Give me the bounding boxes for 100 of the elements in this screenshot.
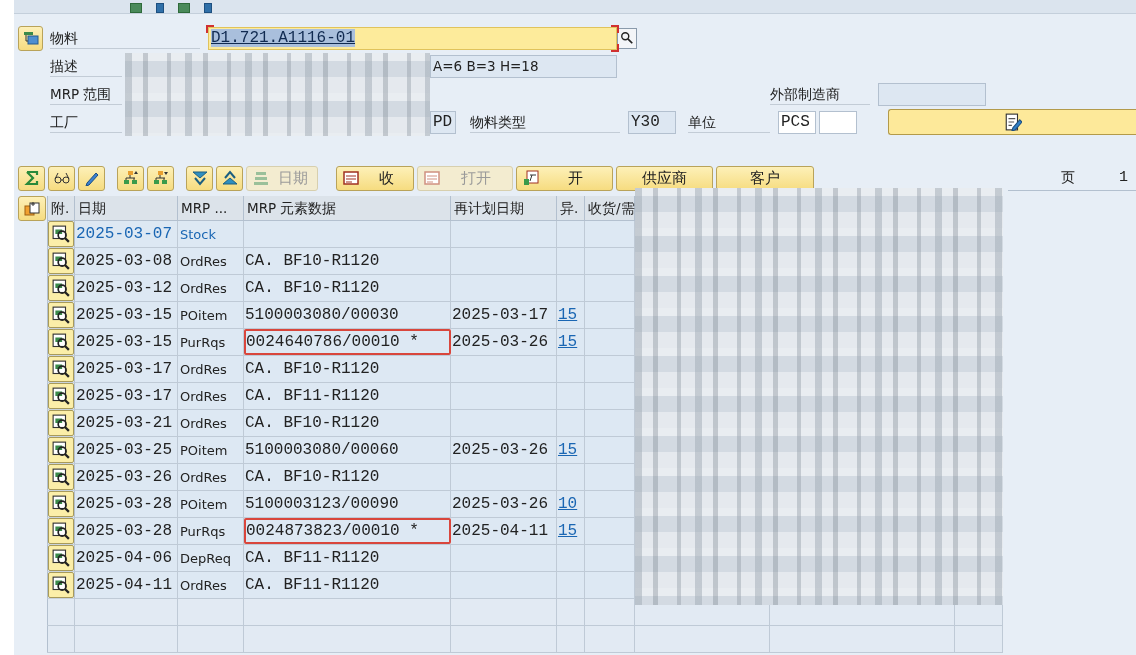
toolbar-button[interactable] [48, 165, 75, 191]
exception-link[interactable]: 15 [558, 522, 578, 540]
table-cell: 2025-03-28 [75, 518, 178, 544]
filter-up-icon [221, 170, 238, 186]
exception-link[interactable]: 10 [558, 495, 578, 513]
table-cell: 2025-03-12 [75, 275, 178, 301]
field-label: 单位 [688, 111, 770, 133]
table-cell: 2025-03-15 [75, 302, 178, 328]
hierarchy-up-icon [122, 170, 139, 186]
table-row[interactable]: 2025-03-28 PurRqs 0024873823/00010 * 2025-04-11 15 [75, 518, 635, 545]
exception-link[interactable]: 15 [558, 306, 578, 324]
table-cell: CA. BF10-R1120 [244, 410, 451, 436]
row-detail-button[interactable] [48, 248, 74, 274]
column-header[interactable]: 收货/需 [585, 196, 635, 221]
table-row[interactable]: 2025-03-15 POitem 5100003080/00030 2025-03-17 15 [75, 302, 635, 329]
magnifier-icon [52, 441, 70, 459]
row-detail-button[interactable] [48, 221, 74, 247]
row-detail-button[interactable] [48, 518, 74, 544]
toolbar-button[interactable]: 供应商 [616, 165, 713, 191]
field-label: 工厂 [50, 111, 122, 133]
magnifier-icon [52, 522, 70, 540]
table-cell: CA. BF10-R1120 [244, 356, 451, 382]
material-input[interactable]: D1.721.A1116-01 [208, 26, 617, 50]
exception-link[interactable]: 15 [558, 333, 578, 351]
table-cell: 2025-03-17 [75, 356, 178, 382]
table-row[interactable]: 2025-03-21 OrdRes CA. BF10-R1120 [75, 410, 635, 437]
row-detail-button[interactable] [48, 356, 74, 382]
table-cell: 2025-03-17 [451, 302, 557, 328]
hierarchy-down-icon [152, 170, 169, 186]
table-row[interactable]: 2025-03-08 OrdRes CA. BF10-R1120 [75, 248, 635, 275]
exception-link[interactable]: 15 [558, 441, 578, 459]
row-detail-button[interactable] [48, 437, 74, 463]
stack-icon [253, 170, 269, 186]
table-cell: CA. BF11-R1120 [244, 572, 451, 598]
table-cell: CA. BF10-R1120 [244, 275, 451, 301]
table-cell: 0024873823/00010 * [244, 518, 451, 544]
table-row[interactable]: 2025-04-06 DepReq CA. BF11-R1120 [75, 545, 635, 572]
table-cell: 2025-03-28 [75, 491, 178, 517]
table-cell: CA. BF11-R1120 [244, 545, 451, 571]
row-detail-button[interactable] [48, 572, 74, 598]
table-row[interactable]: 2025-03-15 PurRqs 0024640786/00010 * 2025-03-26 15 [75, 329, 635, 356]
table-cell: 2025-03-26 [451, 329, 557, 355]
layout-button[interactable] [18, 196, 46, 221]
table-row[interactable]: 2025-04-11 OrdRes CA. BF11-R1120 [75, 572, 635, 599]
table-row[interactable]: 2025-03-07 Stock [75, 221, 635, 248]
table-cell: POitem [178, 491, 244, 517]
table-cell: 2025-04-11 [75, 572, 178, 598]
table-cell: 2025-03-17 [75, 383, 178, 409]
description-field: A=6 B=3 H=18 [430, 54, 617, 78]
toolbar-button[interactable] [78, 165, 105, 191]
page-label: 页 [1061, 168, 1075, 187]
table-row[interactable]: 2025-03-25 POitem 5100003080/00060 2025-03-26 15 [75, 437, 635, 464]
column-header[interactable]: 日期 [75, 196, 178, 221]
table-row[interactable]: 2025-03-28 POitem 5100003123/00090 2025-03-26 10 [75, 491, 635, 518]
column-header[interactable]: 异. [557, 196, 585, 221]
table-cell: 2025-03-25 [75, 437, 178, 463]
toolbar-button[interactable] [216, 165, 243, 191]
toolbar-button[interactable] [186, 165, 213, 191]
hierarchy-button[interactable] [18, 25, 43, 51]
table-cell: OrdRes [178, 248, 244, 274]
row-detail-button[interactable] [48, 383, 74, 409]
row-detail-button[interactable] [48, 491, 74, 517]
row-detail-button[interactable] [48, 410, 74, 436]
column-header[interactable]: MRP 元素数据 [244, 196, 451, 221]
mrp-type-field: PD [430, 110, 456, 134]
column-header[interactable]: 再计划日期 [451, 196, 557, 221]
column-header[interactable]: MRP ... [178, 196, 244, 221]
search-icon [620, 31, 634, 45]
magnifier-icon [52, 468, 70, 486]
table-cell: 2025-03-26 [75, 464, 178, 490]
row-detail-button[interactable] [48, 275, 74, 301]
toolbar-button[interactable]: 收 [336, 165, 414, 191]
filter-down-icon [191, 170, 208, 186]
row-detail-button[interactable] [48, 464, 74, 490]
magnifier-icon [52, 252, 70, 270]
magnifier-icon [52, 225, 70, 243]
magnifier-icon [52, 333, 70, 351]
table-row[interactable]: 2025-03-17 OrdRes CA. BF10-R1120 [75, 356, 635, 383]
calendar-icon [343, 170, 359, 186]
row-detail-button[interactable] [48, 545, 74, 571]
table-cell: 5100003080/00030 [244, 302, 451, 328]
table-row[interactable]: 2025-03-26 OrdRes CA. BF10-R1120 [75, 464, 635, 491]
table-cell: 2025-03-26 [451, 491, 557, 517]
column-header[interactable]: 附. [47, 196, 75, 221]
table-cell: 2025-03-15 [75, 329, 178, 355]
table-row[interactable]: 2025-03-17 OrdRes CA. BF11-R1120 [75, 383, 635, 410]
table-cell: POitem [178, 302, 244, 328]
table-cell: 0024640786/00010 * [244, 329, 451, 355]
table-row[interactable]: 2025-03-12 OrdRes CA. BF10-R1120 [75, 275, 635, 302]
row-detail-button[interactable] [48, 302, 74, 328]
toolbar-button[interactable]: 客户 [716, 165, 814, 191]
table-cell: 2025-04-11 [451, 518, 557, 544]
toolbar-button[interactable]: 开 [516, 165, 613, 191]
magnifier-icon [52, 495, 70, 513]
table-cell: CA. BF10-R1120 [244, 464, 451, 490]
row-detail-button[interactable] [48, 329, 74, 355]
page-number: 1 [1119, 169, 1128, 186]
search-button[interactable] [617, 27, 637, 49]
table-cell: OrdRes [178, 572, 244, 598]
magnifier-icon [52, 576, 70, 594]
